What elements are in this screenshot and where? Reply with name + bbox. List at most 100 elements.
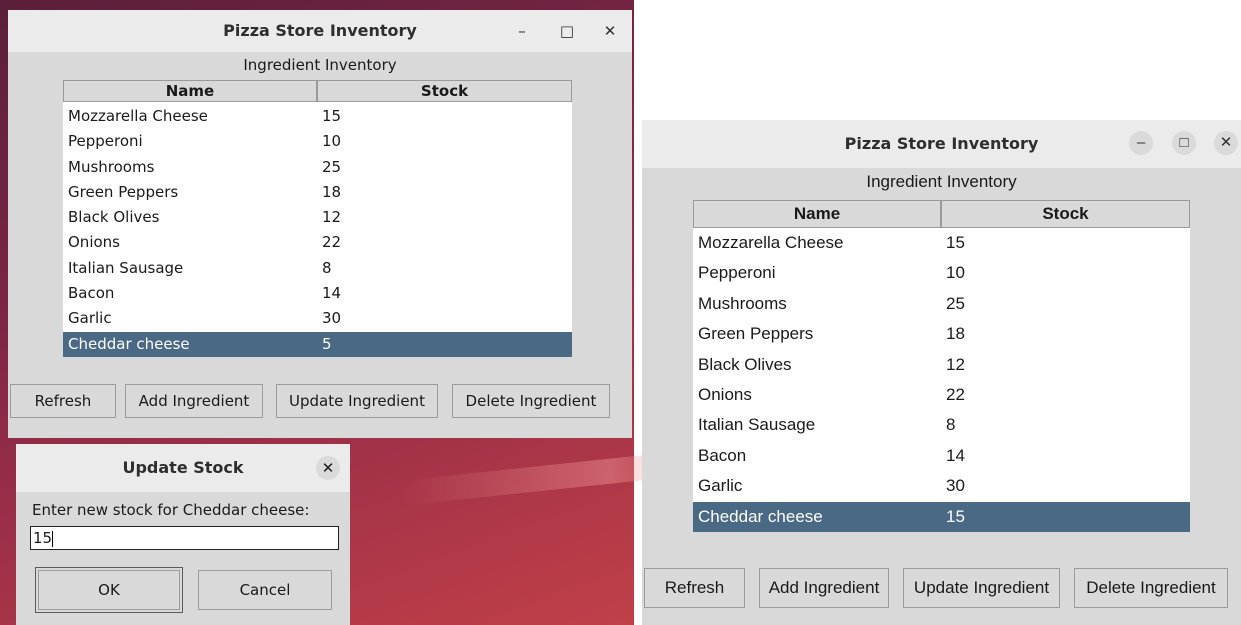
inventory-caption: Ingredient Inventory [866,172,1017,191]
ingredient-name: Onions [698,384,752,404]
text-cursor [52,530,54,547]
ingredient-name: Mozzarella Cheese [68,107,208,125]
table-row[interactable]: Mozzarella Cheese 15 [63,104,572,129]
right-window-titlebar[interactable]: Pizza Store Inventory – □ ✕ [642,120,1241,168]
table-row[interactable]: Green Peppers 18 [693,319,1190,349]
ingredient-stock: 12 [946,354,965,374]
minimize-icon[interactable]: – [1129,131,1153,155]
maximize-icon[interactable]: □ [555,19,579,43]
table-row[interactable]: Garlic 30 [63,306,572,331]
inventory-table[interactable]: Name Stock Mozzarella Cheese 15 Pepperoni 1… [693,200,1190,532]
close-icon[interactable]: ✕ [316,456,340,480]
ingredient-name: Bacon [68,284,115,303]
ingredient-stock: 12 [322,208,342,227]
ingredient-stock: 15 [946,506,965,526]
table-row-selected[interactable]: Cheddar cheese 15 [693,501,1190,532]
table-row[interactable]: Onions 22 [693,380,1190,410]
ingredient-stock: 14 [322,284,342,303]
ingredient-name: Garlic [698,476,743,496]
close-icon[interactable]: ✕ [598,19,622,43]
ingredient-name: Bacon [698,445,747,465]
ingredient-stock: 30 [946,476,965,496]
table-row[interactable]: Onions 22 [63,230,572,255]
table-row[interactable]: Black Olives 12 [693,350,1190,380]
table-row[interactable]: Green Peppers 18 [63,180,572,205]
table-header: Name Stock [63,80,572,102]
ingredient-name: Mushrooms [698,293,787,313]
refresh-button[interactable]: Refresh [10,384,116,418]
ingredient-stock: 30 [322,309,342,328]
update-ingredient-button[interactable]: Update Ingredient [276,384,438,418]
dialog-title[interactable]: Update Stock [16,444,350,492]
minimize-icon[interactable]: – [510,19,534,43]
table-row[interactable]: Pepperoni 10 [693,258,1190,288]
table-row[interactable]: Black Olives 12 [63,205,572,230]
ingredient-name: Black Olives [68,208,160,227]
ingredient-stock: 18 [946,324,965,344]
add-ingredient-button[interactable]: Add Ingredient [125,384,263,418]
maximize-icon[interactable]: □ [1172,131,1196,155]
column-header-stock[interactable]: Stock [941,200,1190,228]
table-row[interactable]: Bacon 14 [63,281,572,306]
column-header-name[interactable]: Name [693,200,941,228]
ok-button[interactable]: OK [35,567,183,613]
left-inventory-window: Pizza Store Inventory – □ ✕ Ingredient I… [8,10,632,438]
stock-input[interactable]: 15 [30,526,339,550]
ingredient-stock: 25 [946,293,965,313]
refresh-button[interactable]: Refresh [644,568,745,608]
ingredient-stock: 14 [946,445,965,465]
add-ingredient-button[interactable]: Add Ingredient [759,568,889,608]
ingredient-name: Pepperoni [68,132,143,151]
ingredient-name: Cheddar cheese [698,506,823,526]
table-row[interactable]: Mushrooms 25 [63,155,572,180]
ingredient-name: Italian Sausage [68,258,184,277]
ingredient-name: Green Peppers [68,182,179,201]
table-header: Name Stock [693,200,1190,228]
ingredient-name: Cheddar cheese [68,334,190,353]
delete-ingredient-button[interactable]: Delete Ingredient [1074,568,1228,608]
dialog-prompt: Enter new stock for Cheddar cheese: [32,501,310,519]
update-stock-dialog: Update Stock ✕ Enter new stock for Chedd… [16,444,350,625]
ingredient-stock: 8 [322,258,332,277]
left-window-titlebar[interactable]: Pizza Store Inventory – □ ✕ [8,10,632,52]
ingredient-stock: 25 [322,157,342,176]
ingredient-stock: 18 [322,182,342,201]
table-row[interactable]: Italian Sausage 8 [63,256,572,281]
table-row[interactable]: Pepperoni 10 [63,129,572,154]
inventory-caption: Ingredient Inventory [243,56,397,74]
update-ingredient-button[interactable]: Update Ingredient [903,568,1060,608]
ingredient-stock: 22 [946,384,965,404]
ingredient-name: Mozzarella Cheese [698,233,844,252]
ingredient-stock: 10 [322,132,342,151]
table-row-selected[interactable]: Cheddar cheese 5 [63,331,572,357]
ingredient-stock: 5 [322,334,332,353]
column-header-name[interactable]: Name [63,80,317,102]
cancel-button[interactable]: Cancel [198,570,332,610]
delete-ingredient-button[interactable]: Delete Ingredient [452,384,610,418]
right-inventory-window: Pizza Store Inventory – □ ✕ Ingredient I… [642,120,1241,625]
table-row[interactable]: Bacon 14 [693,441,1190,471]
table-row[interactable]: Garlic 30 [693,471,1190,501]
stock-input-value: 15 [33,529,53,547]
ingredient-stock: 10 [946,263,965,283]
column-header-stock[interactable]: Stock [317,80,572,102]
ingredient-name: Pepperoni [698,263,776,283]
ingredient-name: Onions [68,233,120,252]
table-row[interactable]: Mushrooms 25 [693,289,1190,319]
close-icon[interactable]: ✕ [1214,131,1238,155]
ingredient-name: Black Olives [698,354,792,374]
ingredient-stock: 8 [946,415,956,435]
ingredient-stock: 15 [946,233,965,252]
ingredient-name: Garlic [68,309,112,328]
table-body: Mozzarella Cheese 15 Pepperoni 10 Mushrooms 2… [63,104,572,357]
ingredient-name: Italian Sausage [698,415,816,435]
table-row[interactable]: Italian Sausage 8 [693,410,1190,440]
inventory-table[interactable]: Name Stock Mozzarella Cheese 15 Pepperoni 1… [63,80,572,357]
table-body: Mozzarella Cheese 15 Pepperoni 10 Mushrooms 2… [693,228,1190,532]
ingredient-name: Mushrooms [68,157,155,176]
left-window-title: Pizza Store Inventory [223,21,417,40]
table-row[interactable]: Mozzarella Cheese 15 [693,228,1190,258]
ingredient-stock: 15 [322,107,342,125]
ingredient-stock: 22 [322,233,342,252]
ingredient-name: Green Peppers [698,324,814,344]
